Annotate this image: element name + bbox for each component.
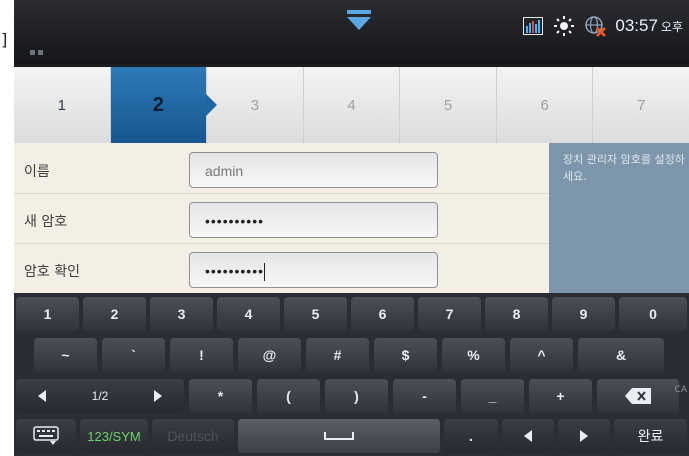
- step-7[interactable]: 7: [592, 67, 689, 143]
- admin-password-form: 이름 admin 새 암호 •••••••••• 암호 확인 •••••••••…: [14, 143, 549, 293]
- new-password-row: 새 암호 ••••••••••: [14, 193, 549, 244]
- key-5[interactable]: 5: [284, 297, 347, 331]
- cursor-left-button[interactable]: [502, 419, 554, 453]
- brightness-icon: [553, 15, 575, 37]
- key-dollar[interactable]: $: [374, 338, 437, 372]
- key-ampersand[interactable]: &: [578, 338, 664, 372]
- key-asterisk[interactable]: *: [189, 379, 252, 413]
- key-period[interactable]: .: [444, 419, 498, 453]
- key-0[interactable]: 0: [619, 297, 687, 331]
- confirm-password-field[interactable]: ••••••••••: [189, 252, 438, 288]
- step-6[interactable]: 6: [495, 67, 593, 143]
- clock-time: 03:57: [615, 16, 658, 35]
- step-5[interactable]: 5: [399, 67, 496, 143]
- notification-pull-icon[interactable]: [347, 10, 371, 32]
- key-close-paren[interactable]: ): [325, 379, 388, 413]
- confirm-password-row: 암호 확인 ••••••••••: [14, 243, 549, 293]
- notification-dots: [30, 40, 50, 55]
- page-switcher: 1/2: [16, 379, 184, 413]
- key-at[interactable]: @: [238, 338, 301, 372]
- clock: 03:57 오후: [615, 16, 683, 36]
- language-key[interactable]: Deutsch: [152, 419, 234, 453]
- key-6[interactable]: 6: [351, 297, 414, 331]
- step-4[interactable]: 4: [302, 67, 400, 143]
- new-password-field[interactable]: ••••••••••: [189, 202, 438, 238]
- key-backtick[interactable]: `: [102, 338, 165, 372]
- page-prev-icon[interactable]: [38, 390, 46, 402]
- key-exclamation[interactable]: !: [170, 338, 233, 372]
- step-3[interactable]: 3: [206, 67, 303, 143]
- new-password-label: 새 암호: [24, 214, 68, 230]
- stray-bracket: ]: [0, 30, 10, 49]
- key-underscore[interactable]: _: [461, 379, 524, 413]
- help-text: 장치 관리자 암호를 설정하세요.: [563, 153, 685, 183]
- step-1[interactable]: 1: [14, 67, 110, 143]
- step-2[interactable]: 2: [109, 67, 217, 143]
- caps-hint: CA: [674, 385, 687, 395]
- key-open-paren[interactable]: (: [257, 379, 320, 413]
- signal-bars-icon: [522, 15, 544, 37]
- key-minus[interactable]: -: [393, 379, 456, 413]
- text-cursor: [264, 263, 266, 282]
- name-field[interactable]: admin: [189, 152, 438, 188]
- confirm-password-value: ••••••••••: [205, 263, 265, 279]
- key-percent[interactable]: %: [442, 338, 505, 372]
- key-plus[interactable]: +: [529, 379, 592, 413]
- key-9[interactable]: 9: [552, 297, 615, 331]
- key-2[interactable]: 2: [83, 297, 146, 331]
- key-tilde[interactable]: ~: [34, 338, 97, 372]
- space-icon: [324, 432, 354, 440]
- page-indicator: 1/2: [91, 389, 109, 403]
- symbol-mode-button[interactable]: 123/SYM: [80, 419, 148, 453]
- page-next-icon[interactable]: [154, 390, 162, 402]
- status-bar: 03:57 오후: [14, 0, 689, 64]
- backspace-icon: [625, 388, 651, 404]
- confirm-password-label: 암호 확인: [24, 264, 80, 280]
- name-label: 이름: [24, 164, 50, 180]
- backspace-button[interactable]: [597, 379, 679, 413]
- keyboard-settings-button[interactable]: [16, 419, 76, 453]
- globe-error-icon: [584, 15, 607, 37]
- key-hash[interactable]: #: [306, 338, 369, 372]
- arrow-right-icon: [580, 430, 588, 442]
- cursor-right-button[interactable]: [558, 419, 610, 453]
- key-7[interactable]: 7: [418, 297, 481, 331]
- key-1[interactable]: 1: [16, 297, 79, 331]
- device-screen: 03:57 오후 1 2 3 4 5 6 7 이름 admin 새 암호 ••••…: [14, 0, 689, 456]
- key-3[interactable]: 3: [150, 297, 213, 331]
- clock-ampm: 오후: [660, 20, 683, 34]
- key-caret[interactable]: ^: [510, 338, 573, 372]
- arrow-left-icon: [524, 430, 532, 442]
- name-row: 이름 admin: [14, 143, 549, 194]
- keyboard-icon: [33, 426, 59, 445]
- done-button[interactable]: 완료: [614, 419, 687, 453]
- setup-step-bar: 1 2 3 4 5 6 7: [14, 67, 689, 143]
- space-bar[interactable]: [238, 419, 440, 453]
- key-4[interactable]: 4: [217, 297, 280, 331]
- help-panel: 장치 관리자 암호를 설정하세요.: [549, 143, 689, 293]
- key-8[interactable]: 8: [485, 297, 548, 331]
- on-screen-keyboard: 1 2 3 4 5 6 7 8 9 0 ~ ` ! @ # $ % ^ & 1/…: [14, 293, 689, 456]
